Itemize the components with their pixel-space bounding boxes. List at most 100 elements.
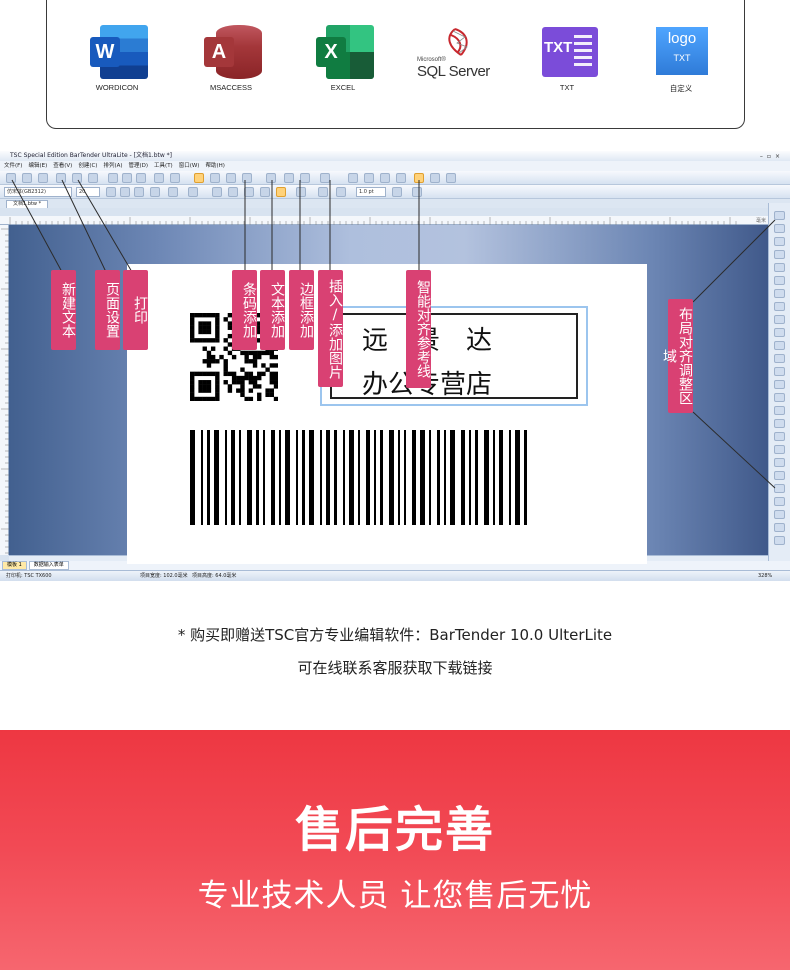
menu-item[interactable]: 帮助(H) <box>205 163 224 169</box>
menu-item[interactable]: 排列(A) <box>103 163 122 169</box>
copy-button[interactable] <box>122 173 132 183</box>
layout-align-button[interactable] <box>774 419 785 428</box>
layout-align-button[interactable] <box>774 432 785 441</box>
cursor-tool-button[interactable] <box>226 173 236 183</box>
status-zoom[interactable]: 328% <box>758 571 772 581</box>
qr-module <box>227 371 233 377</box>
paste-button[interactable] <box>136 173 146 183</box>
menu-item[interactable]: 创建(C) <box>78 163 97 169</box>
qr-module <box>223 346 228 351</box>
layout-align-button[interactable] <box>774 276 785 285</box>
barcode-bar <box>499 430 503 525</box>
save-button[interactable] <box>38 173 48 183</box>
barcode-tool-button[interactable] <box>242 173 252 183</box>
zoom-out-button[interactable] <box>364 173 374 183</box>
menu-item[interactable]: 工具(T) <box>154 163 173 169</box>
font-color-button[interactable] <box>168 187 178 197</box>
select-tool-button[interactable] <box>194 173 204 183</box>
table-button[interactable] <box>446 173 456 183</box>
layout-align-button[interactable] <box>774 393 785 402</box>
text-object[interactable]: 远 景 达 办公专营店 <box>320 306 588 406</box>
layout-align-button[interactable] <box>774 302 785 311</box>
page-setup-button[interactable] <box>56 173 66 183</box>
qr-module <box>194 313 199 318</box>
reverse-button[interactable] <box>150 187 160 197</box>
highlight-button[interactable] <box>188 187 198 197</box>
smart-align-button[interactable] <box>414 173 424 183</box>
zoom-in-button[interactable] <box>348 173 358 183</box>
bold-button[interactable] <box>106 187 116 197</box>
layout-align-button[interactable] <box>774 510 785 519</box>
print-preview-button[interactable] <box>72 173 82 183</box>
fill-color-button[interactable] <box>336 187 346 197</box>
document-tab[interactable]: 文档1.btw * <box>6 200 49 208</box>
barcode-bar <box>398 430 400 525</box>
text-tool-button[interactable] <box>266 173 276 183</box>
align-left-button[interactable] <box>212 187 222 197</box>
image-tool-button[interactable] <box>320 173 330 183</box>
qr-module <box>215 375 220 381</box>
line-color-button[interactable] <box>318 187 328 197</box>
cut-button[interactable] <box>108 173 118 183</box>
new-doc-button[interactable] <box>6 173 16 183</box>
redo-button[interactable] <box>170 173 180 183</box>
line-width-select[interactable]: 1.0 pt <box>356 187 386 197</box>
underline-button[interactable] <box>134 187 144 197</box>
layout-align-button[interactable] <box>774 523 785 532</box>
sheet-tab-form[interactable]: 数据输入表单 <box>28 561 69 570</box>
barcode-bar <box>190 430 195 525</box>
font-name-select[interactable]: 仿宋体(GB2312) <box>4 187 72 197</box>
layout-align-button[interactable] <box>774 354 785 363</box>
ruler-unit: 毫米 <box>755 218 766 224</box>
arrow-style-button[interactable] <box>412 187 422 197</box>
layout-align-button[interactable] <box>774 406 785 415</box>
qr-module <box>244 350 249 356</box>
align-middle-button[interactable] <box>296 187 306 197</box>
align-center-button[interactable] <box>228 187 238 197</box>
layout-align-button[interactable] <box>774 315 785 324</box>
layout-align-button[interactable] <box>774 263 785 272</box>
layout-align-button[interactable] <box>774 341 785 350</box>
layout-align-button[interactable] <box>774 224 785 233</box>
font-size-select[interactable]: 20 <box>76 187 100 197</box>
qr-module <box>244 396 249 401</box>
text-box-button[interactable] <box>276 187 286 197</box>
window-controls[interactable]: –▫× <box>760 152 784 162</box>
print-button[interactable] <box>88 173 98 183</box>
layout-align-button[interactable] <box>774 471 785 480</box>
menu-item[interactable]: 管理(D) <box>129 163 149 169</box>
layout-align-button[interactable] <box>774 497 785 506</box>
italic-button[interactable] <box>120 187 130 197</box>
pen-tool-button[interactable] <box>210 173 220 183</box>
barcode-bar <box>326 430 330 525</box>
layout-align-button[interactable] <box>774 536 785 545</box>
menu-item[interactable]: 查看(V) <box>53 163 72 169</box>
menu-item[interactable]: 编辑(E) <box>28 163 47 169</box>
undo-button[interactable] <box>154 173 164 183</box>
qr-module <box>202 346 207 351</box>
zoom-fit-button[interactable] <box>396 173 406 183</box>
layout-align-button[interactable] <box>774 367 785 376</box>
layout-align-button[interactable] <box>774 380 785 389</box>
layout-align-button[interactable] <box>774 445 785 454</box>
layout-align-button[interactable] <box>774 289 785 298</box>
border-tool-button[interactable] <box>300 173 310 183</box>
layout-align-button[interactable] <box>774 484 785 493</box>
sheet-tab-template[interactable]: 模板 1 <box>2 561 27 570</box>
barcode-1d[interactable] <box>190 430 585 525</box>
align-justify-button[interactable] <box>260 187 270 197</box>
line-tool-button[interactable] <box>284 173 294 183</box>
layout-align-button[interactable] <box>774 237 785 246</box>
open-button[interactable] <box>22 173 32 183</box>
layout-align-button[interactable] <box>774 328 785 337</box>
align-right-button[interactable] <box>244 187 254 197</box>
grid-button[interactable] <box>430 173 440 183</box>
layout-align-button[interactable] <box>774 250 785 259</box>
layout-align-button[interactable] <box>774 458 785 467</box>
zoom-page-button[interactable] <box>380 173 390 183</box>
layout-align-button[interactable] <box>774 211 785 220</box>
menu-item[interactable]: 文件(F) <box>4 163 22 169</box>
menu-item[interactable]: 窗口(W) <box>179 163 200 169</box>
line-style-button[interactable] <box>392 187 402 197</box>
qr-module <box>202 384 207 389</box>
